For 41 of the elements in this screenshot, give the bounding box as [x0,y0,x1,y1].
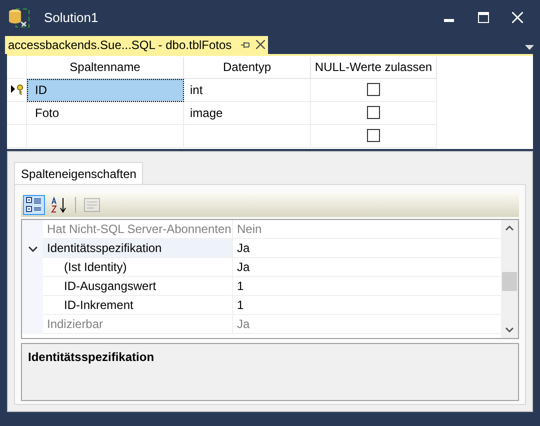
property-name[interactable]: Identitätsspezifikation [43,239,233,258]
categorized-icon [26,197,42,213]
name-cell[interactable]: Foto [27,102,184,125]
document-tab[interactable]: accessbackends.Sue...SQL - dbo.tblFotos [5,36,268,54]
null-checkbox[interactable] [367,106,380,120]
collapse-icon[interactable] [28,246,38,252]
categorized-button[interactable] [23,195,45,215]
type-cell[interactable]: int [184,78,311,102]
scroll-up-icon[interactable] [505,225,514,231]
empty-cell[interactable] [184,124,311,148]
maximize-icon [478,12,488,24]
empty-cell[interactable] [27,124,184,148]
minimize-icon [444,19,454,22]
property-value[interactable]: Ja [233,258,501,277]
null-checkbox[interactable] [367,129,380,142]
database-icon [8,6,30,29]
scroll-down-icon[interactable] [505,327,514,333]
null-checkbox[interactable] [367,83,380,96]
type-cell[interactable]: image [184,102,311,125]
property-name[interactable]: (Ist Identity) [43,258,233,277]
property-value[interactable]: Ja [233,239,501,258]
properties-tab[interactable]: Spalteneigenschaften [14,162,144,184]
corner-header [7,56,27,79]
row-key-icon [10,84,22,96]
name-cell[interactable]: ID [27,78,184,102]
description-title: Identitätsspezifikation [28,349,154,366]
column-header[interactable]: Datentyp [184,56,311,79]
column-header[interactable]: NULL-Werte zulassen [311,56,437,79]
scroll-thumb[interactable] [502,272,517,291]
pin-icon[interactable] [240,40,250,49]
dropdown-icon[interactable] [525,44,534,50]
sort-icon [51,197,67,213]
window-title: Solution1 [44,9,98,28]
property-value[interactable]: 1 [233,296,501,315]
property-pages-icon [84,198,100,212]
property-value[interactable]: 1 [233,277,501,296]
close-icon[interactable] [256,40,265,50]
property-name[interactable]: ID-Ausgangswert [43,277,233,296]
close-icon [512,12,522,24]
scrollbar[interactable] [501,220,518,338]
property-name[interactable]: ID-Inkrement [43,296,233,315]
